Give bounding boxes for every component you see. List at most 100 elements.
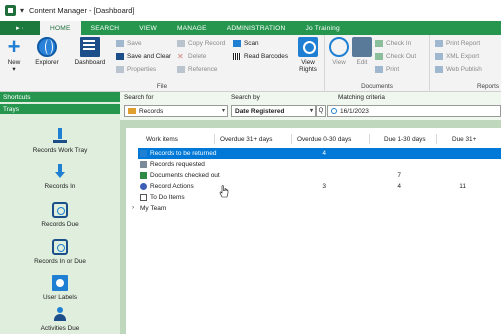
view-rights-button[interactable]: View Rights: [293, 37, 323, 73]
check-in-icon: [375, 40, 383, 47]
search-by-label: Search by: [231, 94, 260, 101]
header-due-1-30[interactable]: Due 1-30 days: [384, 136, 426, 143]
records-due-icon: [52, 202, 68, 218]
tab-view[interactable]: VIEW: [129, 21, 167, 35]
print-report-button[interactable]: Print Report: [435, 40, 480, 47]
copy-icon: [177, 40, 185, 47]
tab-search[interactable]: SEARCH: [81, 21, 130, 35]
rights-icon: [298, 37, 318, 57]
reference-icon: [177, 66, 185, 73]
matching-criteria-label: Matching criteria: [338, 94, 385, 101]
actions-icon: [140, 183, 147, 190]
scanner-icon: [233, 40, 241, 47]
save-clear-icon: [116, 53, 124, 60]
print-button[interactable]: Print: [375, 66, 399, 73]
search-for-label: Search for: [124, 94, 154, 101]
records-in-or-due-icon: [52, 239, 68, 255]
save-and-clear-button[interactable]: Save and Clear: [116, 53, 171, 60]
file-menu-button[interactable]: ▸ ·: [0, 21, 40, 35]
work-item-row[interactable]: Record Actions 3 4 11: [138, 181, 501, 192]
delete-button[interactable]: ✕ Delete: [177, 52, 206, 61]
shortcuts-header[interactable]: Shortcuts: [0, 92, 120, 102]
chevron-down-icon: ▾: [221, 108, 225, 114]
work-item-row[interactable]: To Do Items: [138, 192, 501, 203]
header-overdue-31[interactable]: Overdue 31+ days: [220, 136, 272, 143]
column-divider: [369, 134, 370, 144]
new-button[interactable]: + New ▾: [3, 36, 25, 74]
properties-icon: [116, 66, 124, 73]
tray-activities-due[interactable]: Activities Due: [0, 306, 120, 332]
check-out-button[interactable]: Check Out: [375, 53, 416, 60]
user-labels-icon: [52, 275, 68, 291]
tab-manage[interactable]: MANAGE: [167, 21, 217, 35]
hand-cursor-icon: [219, 185, 229, 198]
file-group: + New ▾ Explorer Dashboard Save Save and…: [0, 35, 325, 92]
check-out-icon: [375, 53, 383, 60]
records-in-icon: [52, 164, 68, 180]
explorer-button[interactable]: Explorer: [27, 37, 67, 66]
documents-group-label: Documents: [361, 83, 393, 90]
search-for-select[interactable]: Records ▾: [124, 105, 228, 117]
magnifier-icon: [329, 37, 349, 57]
tab-jo-training[interactable]: Jo Training: [295, 21, 349, 35]
xml-export-button[interactable]: XML Export: [435, 53, 479, 60]
ribbon-tab-bar: ▸ · HOME SEARCH VIEW MANAGE ADMINISTRATI…: [0, 21, 501, 35]
query-builder-button[interactable]: Q: [316, 105, 326, 117]
copy-record-button[interactable]: Copy Record: [177, 40, 225, 47]
check-in-button[interactable]: Check In: [375, 40, 411, 47]
app-logo-icon: [5, 5, 16, 16]
printer-icon: [375, 66, 383, 73]
tray-records-in-or-due[interactable]: Records In or Due: [0, 239, 120, 265]
xml-icon: [435, 53, 443, 60]
left-pane: Shortcuts Trays Records Work Tray Record…: [0, 92, 120, 334]
properties-button[interactable]: Properties: [116, 66, 156, 73]
tab-administration[interactable]: ADMINISTRATION: [217, 21, 296, 35]
read-barcodes-button[interactable]: Read Barcodes: [233, 53, 288, 60]
report-icon: [435, 40, 443, 47]
my-team-row[interactable]: › My Team: [132, 203, 495, 214]
dashboard-button[interactable]: Dashboard: [68, 37, 112, 66]
delete-icon: ✕: [177, 52, 184, 61]
checked-out-icon: [140, 172, 147, 179]
tab-home[interactable]: HOME: [40, 21, 81, 35]
tray-records-work-tray[interactable]: Records Work Tray: [0, 128, 120, 154]
dashboard-icon: [80, 37, 100, 57]
documents-group: View Edit Check In Check Out Print Docum…: [325, 35, 430, 92]
request-icon: [140, 161, 147, 168]
header-due-31[interactable]: Due 31+: [452, 136, 476, 143]
records-folder-icon: [128, 108, 136, 114]
scan-button[interactable]: Scan: [233, 40, 259, 47]
barcode-icon: [233, 53, 241, 60]
web-icon: [435, 66, 443, 73]
work-item-row[interactable]: Records requested: [138, 159, 501, 170]
work-item-row[interactable]: Documents checked out 7: [138, 170, 501, 181]
edit-icon: [352, 37, 372, 57]
chevron-right-icon[interactable]: ›: [132, 204, 134, 211]
file-group-label: File: [156, 83, 168, 90]
tray-records-due[interactable]: Records Due: [0, 202, 120, 228]
title-bar: ▾ Content Manager - [Dashboard]: [0, 0, 501, 21]
search-by-select[interactable]: Date Registered ▾: [231, 105, 316, 117]
query-icon: Q: [318, 108, 324, 114]
search-bar: Search for Records ▾ Search by Date Regi…: [120, 92, 501, 120]
column-divider: [214, 134, 215, 144]
trays-header[interactable]: Trays: [0, 104, 120, 114]
quick-access-dropdown-icon[interactable]: ▾: [20, 6, 24, 15]
work-item-row[interactable]: Records to be returned 4: [138, 148, 501, 159]
work-tray-icon: [52, 128, 68, 144]
tray-user-labels[interactable]: User Labels: [0, 275, 120, 301]
web-publish-button[interactable]: Web Publish: [435, 66, 482, 73]
edit-document-button[interactable]: Edit: [351, 37, 373, 66]
reference-button[interactable]: Reference: [177, 66, 218, 73]
view-document-button[interactable]: View: [328, 37, 350, 66]
header-overdue-0-30[interactable]: Overdue 0-30 days: [297, 136, 351, 143]
work-items-panel: Work items Overdue 31+ days Overdue 0-30…: [126, 128, 501, 334]
tray-records-in[interactable]: Records In: [0, 164, 120, 190]
todo-icon: [140, 194, 147, 201]
column-divider: [436, 134, 437, 144]
matching-criteria-input[interactable]: 16/1/2023: [327, 105, 501, 117]
ribbon: + New ▾ Explorer Dashboard Save Save and…: [0, 35, 501, 92]
header-work-items[interactable]: Work items: [146, 136, 178, 143]
column-divider: [291, 134, 292, 144]
save-button[interactable]: Save: [116, 40, 142, 47]
